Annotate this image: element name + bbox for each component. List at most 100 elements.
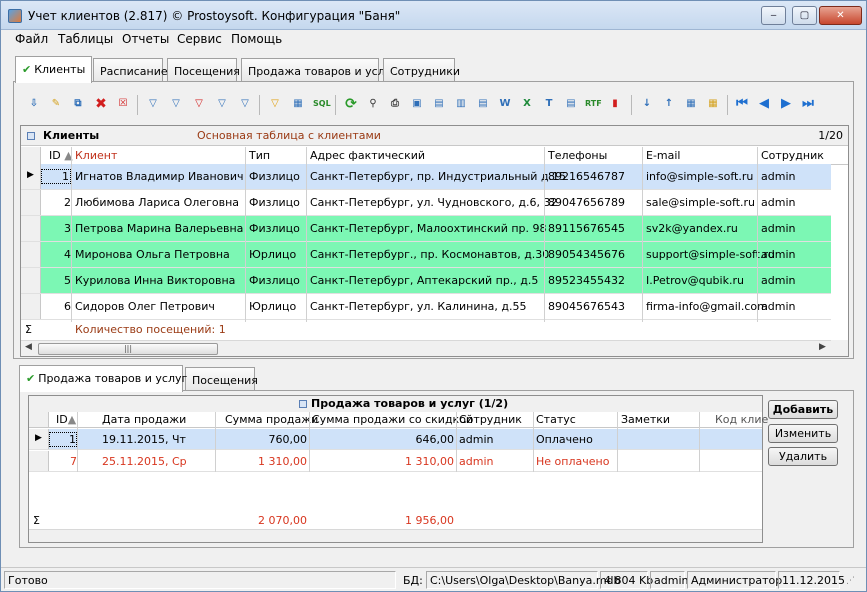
refresh-icon[interactable]: ⟳ (343, 96, 359, 112)
cell-phone[interactable]: 89523455432 (548, 274, 625, 287)
cell-type[interactable]: Физлицо (249, 222, 300, 235)
cell-employee[interactable]: admin (761, 222, 795, 235)
cell-employee[interactable]: admin (761, 170, 795, 183)
col-client-code[interactable]: Код клие (715, 413, 768, 426)
col-email[interactable]: E-mail (646, 149, 681, 162)
cell-address[interactable]: Санкт-Петербург, пр. Индустриальный д.15 (310, 170, 566, 183)
export-word-icon[interactable]: W (497, 96, 513, 112)
cell-status[interactable]: Оплачено (536, 433, 593, 446)
col-phones[interactable]: Телефоны (548, 149, 607, 162)
cell-client[interactable]: Сидоров Олег Петрович (75, 300, 215, 313)
cell-client[interactable]: Петрова Марина Валерьевна (75, 222, 243, 235)
cell-id[interactable]: 1 (41, 169, 71, 184)
filter-group-icon[interactable]: ▦ (290, 96, 306, 112)
cell-status[interactable]: Не оплачено (536, 455, 609, 468)
cell-type[interactable]: Физлицо (249, 196, 300, 209)
sql-icon[interactable]: SQL (313, 96, 331, 112)
cell-phone[interactable]: 89054345676 (548, 248, 625, 261)
export-xml-icon[interactable]: ▤ (563, 96, 579, 112)
cell-address[interactable]: Санкт-Петербург, ул. Чудновского, д.6, 3… (310, 196, 558, 209)
maximize-button[interactable]: ▢ (792, 6, 817, 25)
cell-email[interactable]: firma-info@gmail.com (646, 300, 768, 313)
filter-edit-icon[interactable]: ▽ (237, 96, 253, 112)
menu-file[interactable]: Файл (15, 32, 48, 46)
copy-icon[interactable]: ⧉ (70, 96, 86, 112)
cell-phone[interactable]: 89045676543 (548, 300, 625, 313)
cell-sum[interactable]: 1 310,00 (219, 455, 307, 468)
table-row[interactable]: ▶ 1 19.11.2015, Чт 760,00 646,00 admin О… (29, 429, 762, 450)
export-html-icon[interactable]: ▤ (475, 96, 491, 112)
tab-schedule[interactable]: Расписание (93, 58, 168, 82)
edit-icon[interactable]: ✎ (48, 96, 64, 112)
cell-employee[interactable]: admin (761, 196, 795, 209)
cell-email[interactable]: support@simple-soft.ru (646, 248, 775, 261)
col-address[interactable]: Адрес фактический (310, 149, 425, 162)
menu-reports[interactable]: Отчеты (122, 32, 169, 46)
delete-multiple-icon[interactable]: ☒ (115, 96, 131, 112)
delete-button[interactable]: Удалить (768, 447, 838, 466)
export-doc-icon[interactable]: ▤ (431, 96, 447, 112)
resize-grip-icon[interactable]: ⋰ (846, 576, 855, 586)
delete-icon[interactable]: ✖ (93, 96, 109, 112)
first-icon[interactable]: ⏮ (734, 96, 750, 112)
cell-employee[interactable]: admin (761, 274, 795, 287)
filter-clear-icon[interactable]: ▽ (214, 96, 230, 112)
cell-sum-discount[interactable]: 1 310,00 (312, 455, 454, 468)
cell-type[interactable]: Юрлицо (249, 300, 296, 313)
cell-date[interactable]: 25.11.2015, Ср (102, 455, 187, 468)
scroll-thumb[interactable]: ||| (38, 343, 218, 355)
cell-id[interactable]: 4 (41, 248, 71, 261)
cell-client[interactable]: Любимова Лариса Олеговна (75, 196, 239, 209)
table-row[interactable]: 2 Любимова Лариса Олеговна Физлицо Санкт… (21, 190, 831, 216)
cell-address[interactable]: Санкт-Петербург, Аптекарский пр., д.5 (310, 274, 538, 287)
cell-client[interactable]: Курилова Инна Викторовна (75, 274, 235, 287)
col-employee[interactable]: Сотрудник (459, 413, 522, 426)
print-icon[interactable]: ⎙ (387, 96, 403, 112)
preview-icon[interactable]: ▣ (409, 96, 425, 112)
export-text-icon[interactable]: T (541, 96, 557, 112)
settings-icon[interactable]: ▦ (705, 96, 721, 112)
tab-sales[interactable]: Продажа товаров и услуг (241, 58, 397, 82)
col-id[interactable]: ID▲ (56, 413, 76, 426)
cell-phone[interactable]: 89047656789 (548, 196, 625, 209)
cell-date[interactable]: 19.11.2015, Чт (102, 433, 186, 446)
col-date[interactable]: Дата продажи (102, 413, 186, 426)
cell-type[interactable]: Юрлицо (249, 248, 296, 261)
scroll-right-icon[interactable]: ▶ (819, 342, 826, 352)
chart-icon[interactable]: ▮ (607, 96, 623, 112)
minimize-button[interactable]: ‒ (761, 6, 786, 25)
cell-id[interactable]: 5 (41, 274, 71, 287)
cell-email[interactable]: I.Petrov@qubik.ru (646, 274, 744, 287)
export-excel-icon[interactable]: X (519, 96, 535, 112)
menu-tables[interactable]: Таблицы (58, 32, 113, 46)
cell-client[interactable]: Игнатов Владимир Иванович (75, 170, 244, 183)
edit-button[interactable]: Изменить (768, 424, 838, 443)
title-bar[interactable]: Учет клиентов (2.817) © Prostoysoft. Кон… (1, 1, 866, 30)
prev-icon[interactable]: ◀ (756, 96, 772, 112)
tab-detail-visits[interactable]: Посещения (185, 367, 258, 391)
cell-email[interactable]: info@simple-soft.ru (646, 170, 753, 183)
last-icon[interactable]: ⏭ (800, 96, 816, 112)
col-type[interactable]: Тип (249, 149, 270, 162)
cell-type[interactable]: Физлицо (249, 170, 300, 183)
cell-sum[interactable]: 760,00 (219, 433, 308, 446)
cell-sum-discount[interactable]: 646,00 (312, 433, 455, 446)
cell-email[interactable]: sale@simple-soft.ru (646, 196, 755, 209)
table-row[interactable]: 6 Сидоров Олег Петрович Юрлицо Санкт-Пет… (21, 294, 831, 320)
table-row[interactable]: 7 25.11.2015, Ср 1 310,00 1 310,00 admin… (29, 451, 762, 472)
export-rtf-icon[interactable]: RTF (585, 96, 602, 112)
cell-id[interactable]: 2 (41, 196, 71, 209)
cell-employee[interactable]: admin (459, 455, 493, 468)
col-id[interactable]: ID ▲ (49, 149, 73, 162)
col-status[interactable]: Статус (536, 413, 576, 426)
export-icon[interactable]: ⇩ (26, 96, 42, 112)
cell-address[interactable]: Санкт-Петербург., пр. Космонавтов, д.30 (310, 248, 549, 261)
cell-id[interactable]: 7 (49, 455, 77, 468)
cell-phone[interactable]: 89216546787 (548, 170, 625, 183)
col-sum-discount[interactable]: Сумма продажи со скидкой (312, 413, 473, 426)
tab-detail-sales[interactable]: ✔ Продажа товаров и услуг (19, 365, 187, 392)
table-row[interactable]: 3 Петрова Марина Валерьевна Физлицо Санк… (21, 216, 831, 242)
next-icon[interactable]: ▶ (778, 96, 794, 112)
cell-employee[interactable]: admin (459, 433, 493, 446)
col-sum[interactable]: Сумма продажи (225, 413, 318, 426)
